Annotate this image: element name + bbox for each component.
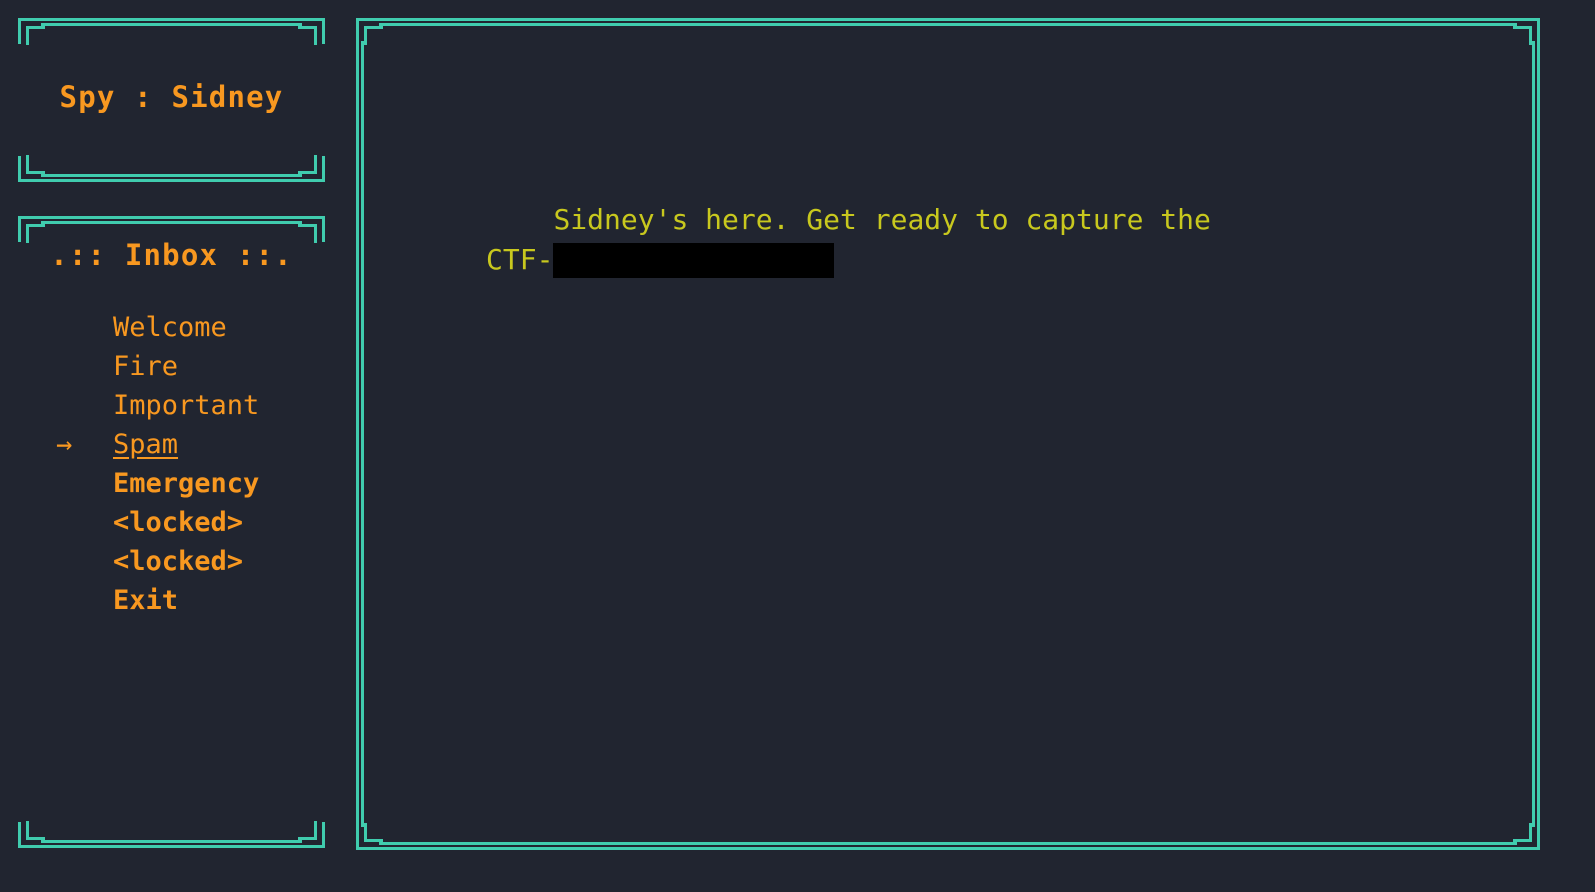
panel-rule-top-inner: [41, 221, 302, 224]
inbox-item-important[interactable]: Important: [18, 386, 325, 425]
panel-side-right-outer: [1537, 41, 1540, 827]
inbox-item-label: Fire: [113, 351, 179, 382]
spy-title-panel: Spy : Sidney: [18, 18, 325, 182]
panel-corner-bottom-right-icon: [1513, 823, 1540, 850]
inbox-header: .:: Inbox ::.: [50, 238, 293, 272]
panel-rule-top-inner: [379, 23, 1517, 26]
inbox-item-label: Spam: [113, 429, 179, 460]
panel-rule-bottom-outer: [379, 847, 1517, 850]
panel-rule-bottom-inner: [41, 840, 302, 843]
inbox-item-label: Emergency: [113, 468, 260, 499]
inbox-item-welcome[interactable]: Welcome: [18, 308, 325, 347]
panel-corner-bottom-right-icon: [298, 821, 325, 848]
panel-corner-top-left-icon: [356, 18, 383, 45]
panel-rule-bottom-outer: [41, 179, 302, 182]
panel-rule-top-outer: [41, 216, 302, 219]
redacted-flag-box: [553, 243, 835, 278]
inbox-item-label: Exit: [113, 585, 179, 616]
panel-rule-bottom-inner: [41, 174, 302, 177]
inbox-item-label: <locked>: [113, 507, 244, 538]
message-panel: Sidney's here. Get ready to capture the …: [356, 18, 1540, 850]
panel-side-right-inner: [1532, 41, 1535, 827]
panel-rule-top-outer: [41, 18, 302, 21]
panel-rule-top-outer: [379, 18, 1517, 21]
spy-title: Spy : Sidney: [59, 80, 284, 114]
inbox-menu: Welcome Fire Important → Spam Emergency <locke…: [18, 308, 325, 620]
panel-rule-bottom-inner: [379, 842, 1517, 845]
inbox-item-emergency[interactable]: Emergency: [18, 464, 325, 503]
inbox-item-spam[interactable]: → Spam: [18, 425, 325, 464]
inbox-item-label: Welcome: [113, 312, 227, 343]
inbox-item-exit[interactable]: Exit: [18, 581, 325, 620]
panel-corner-top-right-icon: [298, 18, 325, 45]
panel-corner-top-left-icon: [18, 18, 45, 45]
panel-corner-bottom-right-icon: [298, 155, 325, 182]
message-body: Sidney's here. Get ready to capture the …: [486, 160, 1276, 320]
inbox-item-fire[interactable]: Fire: [18, 347, 325, 386]
panel-side-left-outer: [356, 41, 359, 827]
inbox-item-locked[interactable]: <locked>: [18, 542, 325, 581]
panel-rule-top-inner: [41, 23, 302, 26]
inbox-item-label: <locked>: [113, 546, 244, 577]
panel-side-left-inner: [361, 41, 364, 827]
selection-arrow-icon: →: [56, 429, 73, 460]
inbox-item-label: Important: [113, 390, 260, 421]
inbox-panel: .:: Inbox ::. WelcomeFireImportant→ SpamE…: [18, 216, 325, 848]
inbox-item-locked[interactable]: <locked>: [18, 503, 325, 542]
panel-rule-bottom-outer: [41, 845, 302, 848]
